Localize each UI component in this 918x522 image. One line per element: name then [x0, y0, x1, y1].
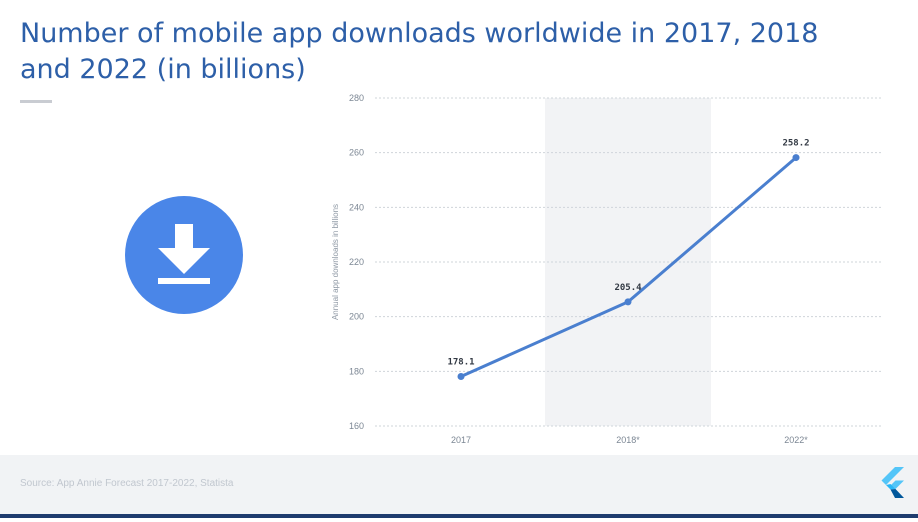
data-point [624, 298, 632, 306]
data-label: 258.2 [782, 139, 809, 149]
footer: Source: App Annie Forecast 2017-2022, St… [0, 455, 918, 518]
data-label: 205.4 [614, 283, 642, 293]
y-axis-title: Annual app downloads in billions [331, 204, 340, 320]
line-chart: 160 180 200 220 240 260 280 2017 2018* 2022* Annua… [331, 93, 882, 445]
x-tick-label: 2022* [784, 435, 808, 445]
y-tick-label: 220 [349, 257, 364, 267]
y-tick-label: 240 [349, 202, 364, 212]
data-point [792, 154, 800, 162]
flutter-logo-icon [881, 467, 904, 498]
y-tick-label: 280 [349, 93, 364, 103]
data-point [457, 373, 465, 381]
data-label: 178.1 [447, 358, 474, 368]
y-tick-label: 180 [349, 366, 364, 376]
source-note: Source: App Annie Forecast 2017-2022, St… [20, 478, 234, 489]
x-tick-label: 2017 [451, 435, 471, 445]
footer-accent-bar [0, 514, 918, 518]
x-tick-label: 2018* [616, 435, 640, 445]
y-tick-label: 260 [349, 148, 364, 158]
y-tick-label: 200 [349, 312, 364, 322]
y-tick-label: 160 [349, 421, 364, 431]
